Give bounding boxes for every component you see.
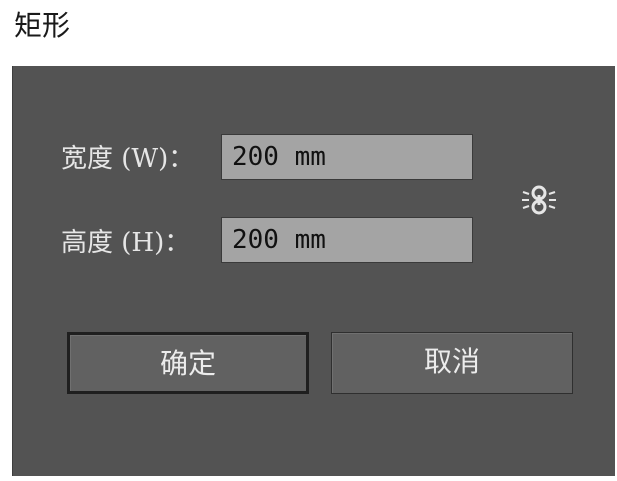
width-input[interactable]: 200 mm [221,134,473,180]
width-label: 宽度 (W)： [61,144,195,174]
dialog-title: 矩形 [14,9,71,42]
constrain-proportions-link-icon[interactable] [519,180,559,220]
title-bar[interactable]: 矩形 [0,0,617,66]
height-label: 高度 (H)： [61,228,191,258]
cancel-button[interactable]: 取消 [331,332,573,394]
height-input[interactable]: 200 mm [221,217,473,263]
rectangle-dialog-window: 矩形 宽度 (W)： 200 mm 高度 (H)： 200 mm 确定 取消 [0,0,617,481]
link-icon [522,185,556,215]
dialog-body: 宽度 (W)： 200 mm 高度 (H)： 200 mm 确定 取消 [12,66,615,476]
ok-button[interactable]: 确定 [67,332,309,394]
